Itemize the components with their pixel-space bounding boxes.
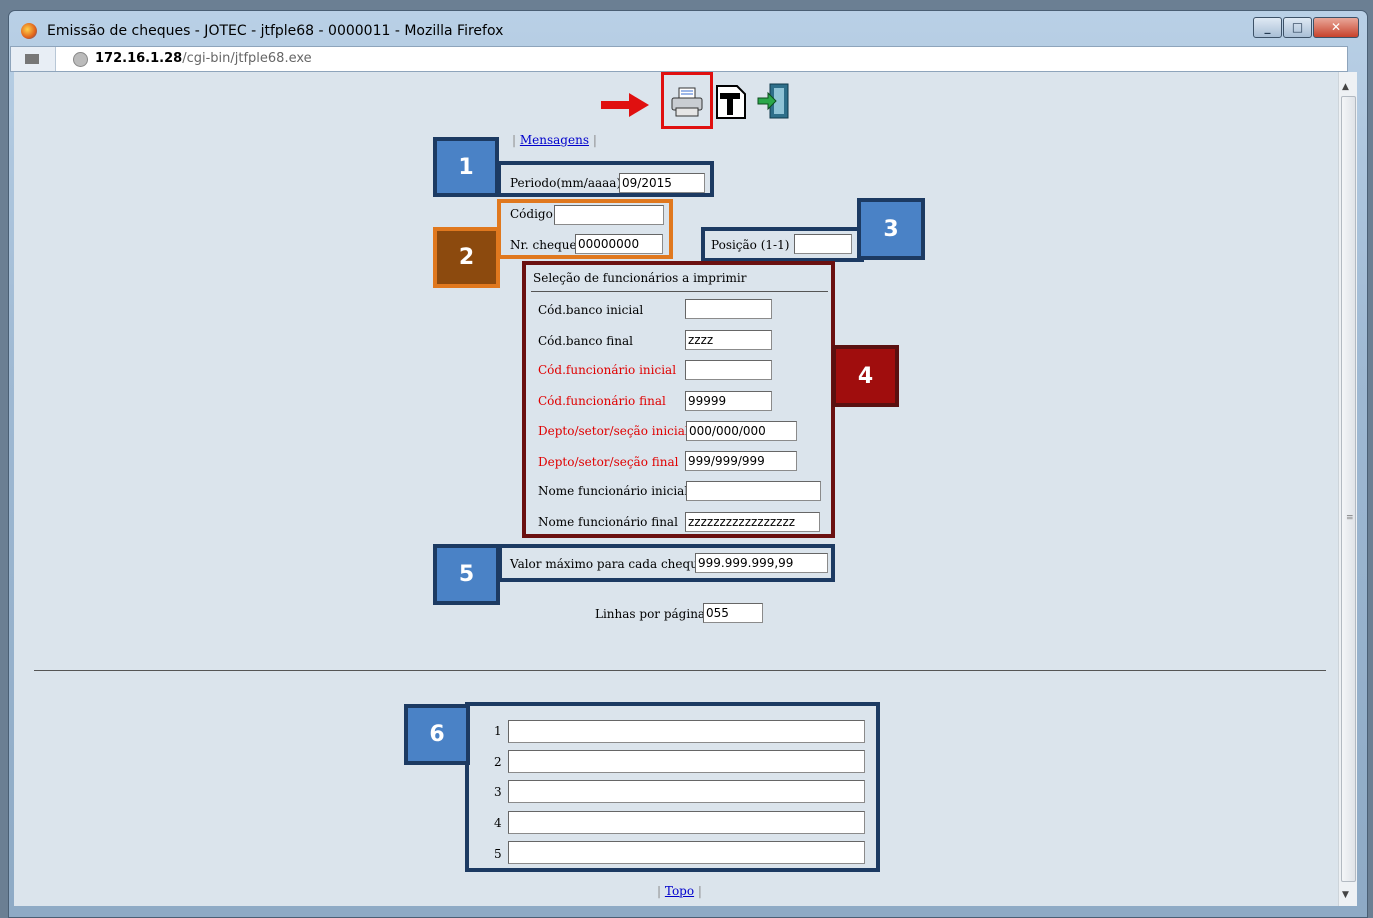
depto-final-input[interactable]: 999/999/999 [685,451,797,471]
codigo-label: Código [510,207,553,221]
url-path: /cgi-bin/jtfple68.exe [182,51,312,66]
posicao-input[interactable] [794,234,852,254]
line-number: 4 [494,816,502,830]
messages-link[interactable]: Mensagens [520,133,589,147]
printer-icon[interactable] [670,86,704,118]
globe-icon [73,52,88,67]
line-input[interactable] [508,750,865,773]
horizontal-divider [34,670,1326,671]
cod-banco-inicial-input[interactable] [685,299,772,319]
nome-inicial-input[interactable] [686,481,821,501]
minimize-icon: _ [1264,20,1271,34]
linhas-label: Linhas por página [595,607,706,621]
grip-icon: ≡ [1346,513,1354,523]
nome-final-input[interactable]: zzzzzzzzzzzzzzzzz [685,512,820,532]
page-content: | Mensagens | 1 Periodo(mm/aaaa) 09/2015… [14,72,1338,906]
vertical-scrollbar[interactable]: ▲ ≡ ▼ [1338,72,1357,906]
depto-final-label: Depto/setor/seção final [538,455,679,469]
minimize-button[interactable]: _ [1253,17,1282,38]
url-host: 172.16.1.28 [95,51,183,66]
scroll-thumb[interactable]: ≡ [1341,96,1356,882]
badge-5: 5 [433,544,500,605]
badge-4: 4 [832,345,899,407]
linhas-input[interactable]: 055 [703,603,763,623]
scroll-down-icon[interactable]: ▼ [1342,890,1349,900]
depto-inicial-input[interactable]: 000/000/000 [686,421,797,441]
valor-input[interactable]: 999.999.999,99 [695,553,828,573]
nome-final-label: Nome funcionário final [538,515,678,529]
scroll-up-icon[interactable]: ▲ [1342,82,1349,92]
depto-inicial-label: Depto/setor/seção inicial [538,424,689,438]
maximize-icon: □ [1291,20,1304,34]
periodo-input[interactable]: 09/2015 [619,173,705,193]
line-number: 3 [494,785,502,799]
line-number: 2 [494,755,502,769]
separator: | [697,884,702,898]
cod-funcionario-inicial-label: Cód.funcionário inicial [538,363,677,377]
line-input[interactable] [508,811,865,834]
line-input[interactable] [508,841,865,864]
line-input[interactable] [508,720,865,743]
nr-cheque-input[interactable]: 00000000 [575,234,663,254]
selection-divider [531,291,828,292]
nr-cheque-label: Nr. cheque [510,238,577,252]
close-icon: ✕ [1330,20,1342,34]
exit-icon[interactable] [756,82,792,120]
close-button[interactable]: ✕ [1313,17,1359,38]
valor-label: Valor máximo para cada cheque [510,557,706,571]
url-text[interactable]: 172.16.1.28/cgi-bin/jtfple68.exe [95,51,312,66]
periodo-label: Periodo(mm/aaaa) [510,176,622,190]
separator: | [512,133,517,147]
page-icon [25,54,39,64]
cod-banco-final-input[interactable]: zzzz [685,330,772,350]
separator: | [592,133,597,147]
badge-1: 1 [433,137,499,197]
firefox-icon [21,23,37,39]
text-report-icon[interactable] [715,84,747,120]
cod-funcionario-final-input[interactable]: 99999 [685,391,772,411]
messages-nav: | Mensagens | [512,133,597,147]
cod-funcionario-final-label: Cód.funcionário final [538,394,666,408]
nome-inicial-label: Nome funcionário inicial [538,484,689,498]
cod-banco-inicial-label: Cód.banco inicial [538,303,644,317]
line-number: 1 [494,724,502,738]
selection-title: Seleção de funcionários a imprimir [533,271,747,285]
window-title: Emissão de cheques - JOTEC - jtfple68 - … [47,23,504,39]
address-bar[interactable]: 172.16.1.28/cgi-bin/jtfple68.exe [10,46,1348,72]
line-number: 5 [494,847,502,861]
top-link[interactable]: Topo [665,884,694,898]
line-input[interactable] [508,780,865,803]
posicao-label: Posição (1-1) [711,238,790,252]
separator: | [657,884,662,898]
page-menu-button[interactable] [11,47,56,71]
cod-funcionario-inicial-input[interactable] [685,360,772,380]
red-arrow-icon [601,93,649,117]
codigo-input[interactable] [554,205,664,225]
maximize-button[interactable]: □ [1283,17,1312,38]
cod-banco-final-label: Cód.banco final [538,334,633,348]
badge-3: 3 [857,198,925,260]
title-bar: Emissão de cheques - JOTEC - jtfple68 - … [9,11,1367,47]
badge-6: 6 [404,704,470,765]
badge-2: 2 [433,227,500,288]
top-nav: | Topo | [657,884,702,898]
